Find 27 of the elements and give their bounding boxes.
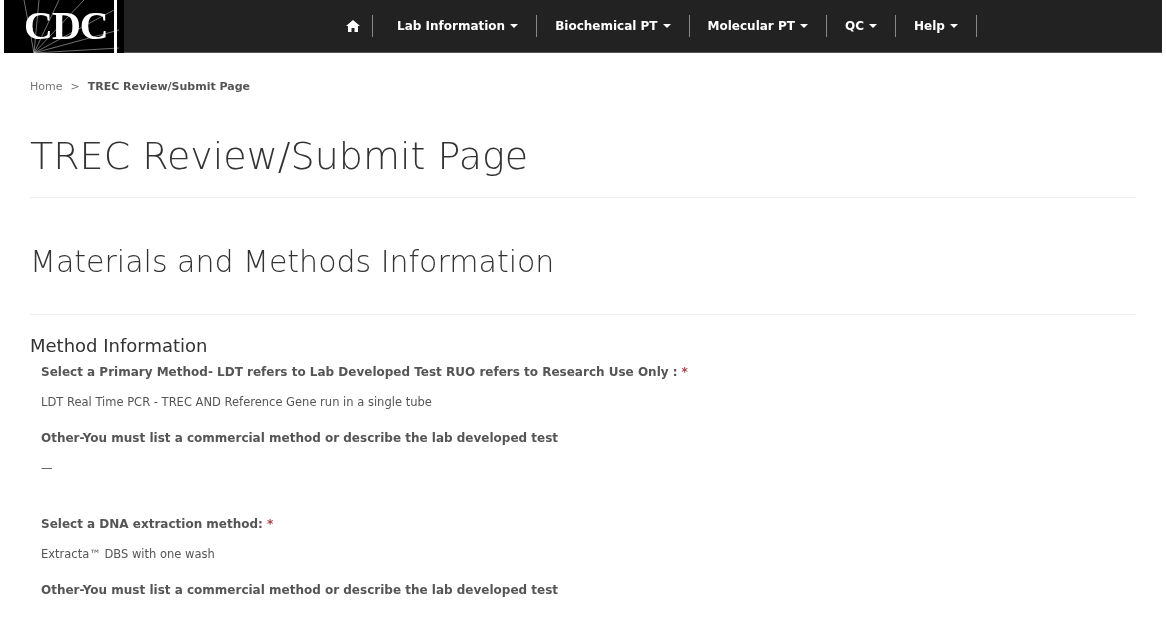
field-value: Extracta™ DBS with one wash — [41, 545, 215, 563]
field-value: — — [41, 459, 53, 477]
breadcrumb-separator: > — [70, 79, 80, 95]
nav-menu-item[interactable]: Help — [901, 17, 970, 35]
required-marker: * — [681, 363, 688, 381]
caret-icon — [868, 24, 877, 28]
caret-icon — [662, 24, 671, 28]
nav-menu-item[interactable]: Molecular PT — [695, 17, 820, 35]
required-marker: * — [266, 515, 274, 533]
nav-menu-item[interactable]: QC — [832, 17, 889, 35]
field-label: Other-You must list a commercial method or describe the lab developed test — [41, 581, 559, 599]
home-icon[interactable] — [346, 20, 360, 32]
field-label: Other-You must list a commercial method or describe the lab developed test — [41, 429, 559, 447]
field-value: LDT Real Time PCR - TREC AND Reference Gene run in a single tube — [41, 393, 432, 411]
nav-menu-item[interactable]: Lab Information — [385, 17, 531, 35]
caret-icon — [949, 24, 958, 28]
caret-icon — [510, 24, 519, 28]
nav-menu-item[interactable]: Biochemical PT — [543, 17, 683, 35]
cdc-logo[interactable]: CDC — [4, 0, 124, 53]
caret-icon — [799, 24, 808, 28]
field-label: Select a Primary Method- LDT refers to Lab Developed Test RUO refers to Research Use Only : — [41, 363, 678, 381]
breadcrumb-current: TREC Review/Submit Page — [87, 79, 251, 95]
page-title: TREC Review/Submit Page — [30, 132, 530, 180]
breadcrumb-link[interactable]: Home — [30, 79, 63, 96]
section-title: Materials and Methods Information — [30, 242, 556, 281]
field-label: Select a DNA extraction method: — [41, 515, 263, 533]
subsection-title: Method Information — [30, 333, 209, 358]
